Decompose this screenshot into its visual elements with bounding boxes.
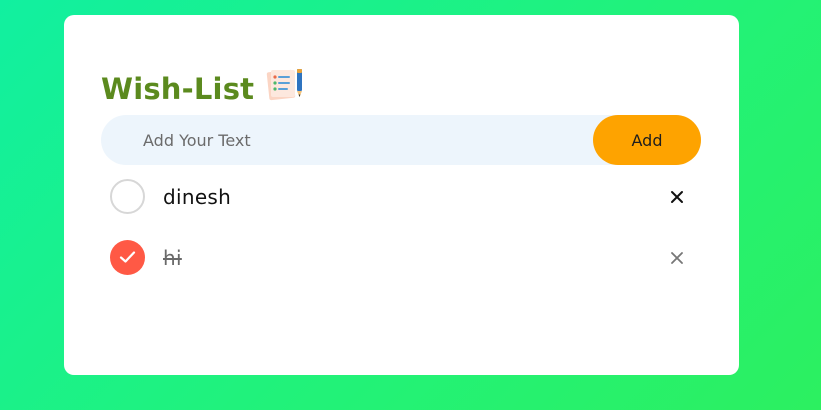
task-checkbox[interactable] [110,179,145,214]
list-item: hi [110,240,690,276]
close-icon[interactable] [665,246,689,270]
page-title: Wish-List [101,72,255,106]
add-button[interactable]: Add [593,115,701,165]
task-text[interactable]: hi [163,243,182,273]
list-item: dinesh [110,179,690,215]
header: Wish-List [101,69,306,109]
todo-card: Wish-List Add dinesh [64,15,739,375]
task-checkbox-checked[interactable] [110,240,145,275]
task-input[interactable] [101,115,591,165]
task-text[interactable]: dinesh [163,182,231,212]
checkmark-icon [119,251,136,263]
add-task-bar: Add [101,115,701,165]
close-icon[interactable] [665,185,689,209]
notepad-checklist-icon [266,67,306,101]
